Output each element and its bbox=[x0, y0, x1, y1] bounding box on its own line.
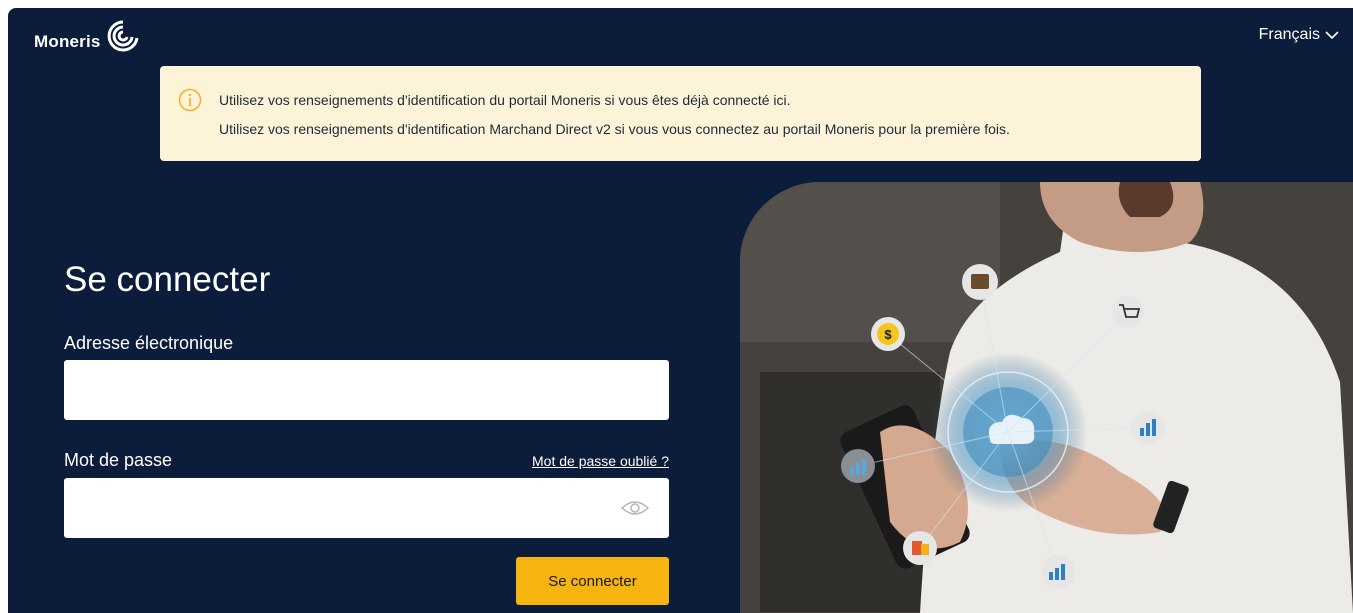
login-button[interactable]: Se connecter bbox=[516, 557, 669, 605]
info-icon bbox=[178, 88, 202, 112]
trend-up-icon bbox=[1041, 555, 1075, 589]
chevron-down-icon bbox=[1325, 31, 1339, 40]
info-notice: Utilisez vos renseignements d'identifica… bbox=[160, 66, 1201, 161]
forgot-password-link[interactable]: Mot de passe oublié ? bbox=[532, 453, 669, 469]
page-title: Se connecter bbox=[64, 260, 271, 299]
brand-name: Moneris bbox=[34, 32, 101, 51]
bar-chart-icon bbox=[1131, 411, 1165, 445]
cart-icon bbox=[1112, 296, 1144, 328]
moneris-swirl-icon bbox=[107, 20, 139, 52]
notice-line-2: Utilisez vos renseignements d'identifica… bbox=[219, 121, 1010, 137]
hero-image: $ bbox=[740, 182, 1353, 613]
password-label: Mot de passe bbox=[64, 450, 173, 470]
svg-text:$: $ bbox=[884, 327, 892, 342]
email-label: Adresse électronique bbox=[64, 333, 234, 353]
growth-chart-icon bbox=[841, 449, 875, 483]
email-field[interactable] bbox=[64, 360, 669, 420]
notice-line-1: Utilisez vos renseignements d'identifica… bbox=[219, 92, 791, 108]
show-password-icon[interactable] bbox=[620, 498, 650, 518]
shopping-bag-icon bbox=[903, 531, 937, 565]
dollar-icon: $ bbox=[871, 317, 905, 351]
language-selector[interactable]: Français bbox=[1259, 26, 1339, 44]
password-field[interactable] bbox=[64, 478, 669, 538]
hero-illustration: $ bbox=[740, 182, 1353, 613]
wallet-icon bbox=[962, 264, 998, 300]
moneris-logo[interactable]: Moneris bbox=[34, 14, 143, 60]
language-label: Français bbox=[1258, 26, 1320, 43]
login-page: Moneris Français Utilisez vos renseignem… bbox=[8, 8, 1353, 613]
